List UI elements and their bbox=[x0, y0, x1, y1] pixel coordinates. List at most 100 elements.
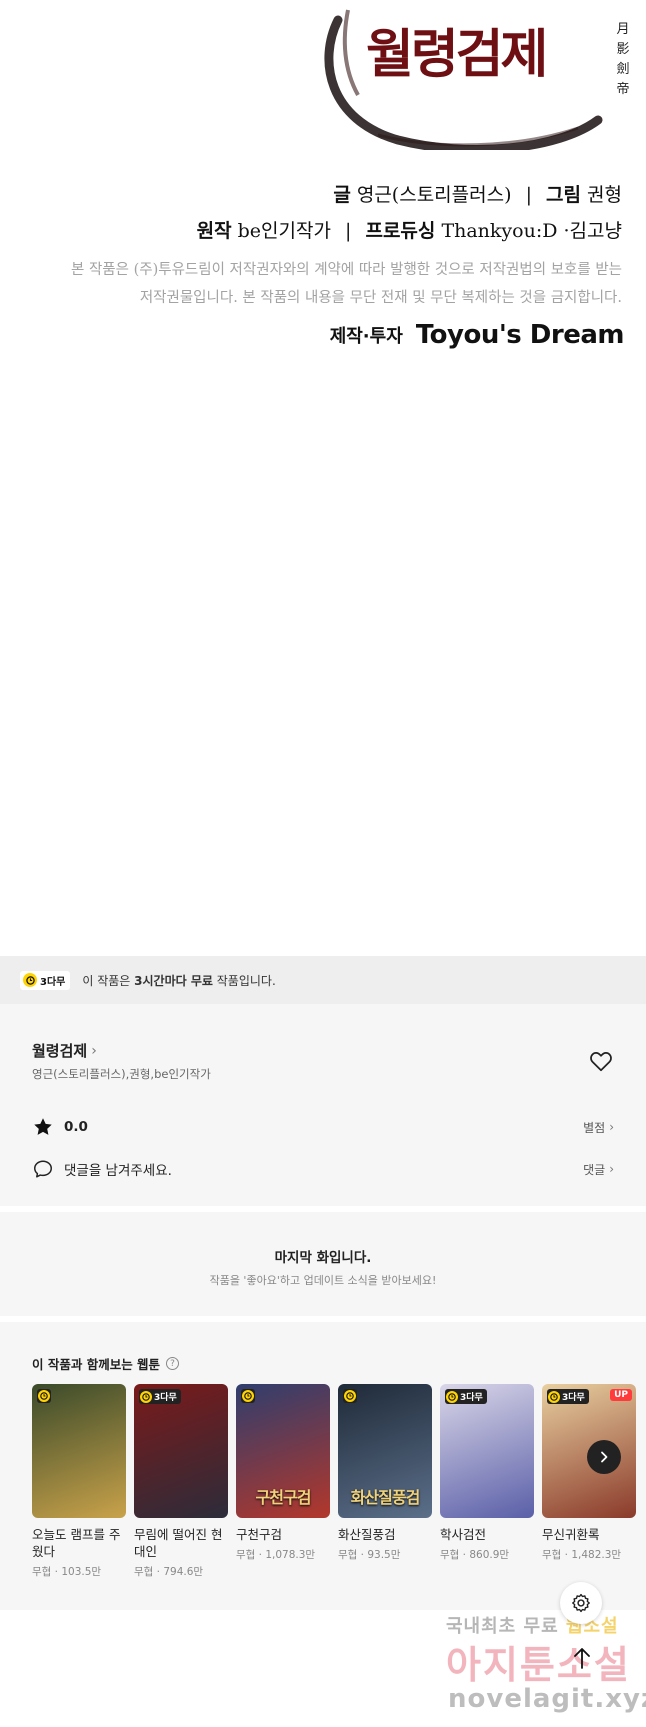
producing-label: 프로듀싱 bbox=[365, 220, 436, 242]
original-label: 원작 bbox=[196, 220, 232, 242]
credit-line-original-producing: 원작 be인기작가 | 프로듀싱 Thankyou:D ·김고냥 bbox=[197, 216, 622, 243]
series-title-link[interactable]: 월령검제 › bbox=[32, 1040, 97, 1061]
recommendation-title: 화산질풍검 bbox=[338, 1527, 396, 1542]
recommendation-card[interactable]: 3다무 UP 무신귀환록무협 · 1,482.3만 bbox=[542, 1384, 636, 1562]
recommendation-meta: 무협 · 1,078.3만 bbox=[236, 1549, 316, 1561]
free-banner-text-after: 작품입니다. bbox=[212, 973, 276, 988]
recommendation-thumbnail: 3다무 bbox=[440, 1384, 534, 1518]
recommendation-title: 무림에 떨어진 현대인 bbox=[134, 1527, 223, 1559]
rating-link[interactable]: 별점 › bbox=[583, 1119, 614, 1136]
recommendations-section: 이 작품과 함께보는 웹툰 ? 오늘도 램프를 주웠다 무협 · 103.5만 3다… bbox=[0, 1322, 646, 1610]
maker-label: 제작·투자 bbox=[329, 326, 403, 347]
rating-link-label: 별점 bbox=[583, 1120, 606, 1135]
recommendation-meta: 무협 · 93.5만 bbox=[338, 1549, 401, 1561]
recommendations-title-text: 이 작품과 함께보는 웹툰 bbox=[32, 1357, 161, 1372]
recommendation-thumbnail: 3다무 bbox=[134, 1384, 228, 1518]
free-badge-label: 3다무 bbox=[40, 976, 66, 988]
comment-prompt-text: 댓글을 남겨주세요. bbox=[64, 1163, 172, 1179]
comment-icon bbox=[34, 1160, 52, 1178]
series-logo-text: 월령검제 bbox=[366, 24, 548, 85]
free-badge bbox=[241, 1389, 255, 1403]
recommendation-thumbnail: 구천구검 bbox=[236, 1384, 330, 1518]
heart-icon[interactable] bbox=[588, 1048, 614, 1074]
chevron-right-icon: › bbox=[609, 1120, 614, 1134]
recommendation-title: 학사검전 bbox=[440, 1527, 487, 1542]
recommendation-title: 오늘도 램프를 주웠다 bbox=[32, 1527, 121, 1559]
clock-icon bbox=[38, 1390, 50, 1402]
clock-icon bbox=[140, 1390, 152, 1403]
recommendation-card[interactable]: 3다무무림에 떨어진 현대인무협 · 794.6만 bbox=[134, 1384, 228, 1579]
producing-name: Thankyou:D ·김고냥 bbox=[441, 220, 622, 242]
maker-brand-logo: Toyou's Dream bbox=[415, 320, 625, 350]
free-banner-message: 이 작품은 3시간마다 무료 작품입니다. bbox=[82, 972, 275, 989]
gear-icon bbox=[572, 1593, 590, 1613]
copyright-notice-line2: 저작권물입니다. 본 작품의 내용을 무단 전재 및 무단 복제하는 것을 금지… bbox=[139, 290, 622, 306]
last-episode-title: 마지막 화입니다. bbox=[274, 1250, 372, 1266]
series-title: 월령검제 bbox=[32, 1042, 88, 1060]
chevron-right-icon bbox=[601, 1451, 608, 1463]
recommendation-thumbnail bbox=[32, 1384, 126, 1518]
chevron-right-icon: › bbox=[609, 1162, 614, 1176]
free-badge: 3다무 bbox=[547, 1389, 589, 1404]
recommendation-meta: 무협 · 103.5만 bbox=[32, 1566, 102, 1578]
free-badge-label: 3다무 bbox=[154, 1393, 177, 1403]
arrow-up-icon bbox=[574, 1648, 590, 1669]
help-icon[interactable]: ? bbox=[166, 1357, 180, 1370]
artist-label: 그림 bbox=[546, 184, 581, 206]
free-badge bbox=[37, 1389, 51, 1403]
recommendation-card[interactable]: 구천구검 구천구검 무협 · 1,078.3만 bbox=[236, 1384, 330, 1562]
comment-link[interactable]: 댓글 › bbox=[583, 1161, 614, 1178]
recommendation-title: 무신귀환록 bbox=[542, 1527, 600, 1542]
star-icon bbox=[34, 1118, 52, 1135]
rating-row: 0.0 별점 › bbox=[32, 1116, 614, 1138]
clock-icon bbox=[344, 1390, 356, 1402]
comment-prompt[interactable]: 댓글을 남겨주세요. bbox=[32, 1158, 172, 1180]
free-banner-text-before: 이 작품은 bbox=[82, 973, 135, 988]
series-authors: 영근(스토리플러스),권형,be인기작가 bbox=[32, 1067, 211, 1081]
free-badge-label: 3다무 bbox=[460, 1393, 483, 1403]
rating-score: 0.0 bbox=[64, 1119, 88, 1135]
clock-icon bbox=[548, 1390, 560, 1403]
thumbnail-title-art: 화산질풍검 bbox=[350, 1488, 421, 1507]
scroll-top-button[interactable] bbox=[564, 1640, 600, 1676]
production-credit: 제작·투자 Toyou's Dream bbox=[329, 320, 625, 350]
last-episode-notice: 마지막 화입니다. 작품을 '좋아요'하고 업데이트 소식을 받아보세요! bbox=[0, 1212, 646, 1316]
recommendation-card[interactable]: 3다무학사검전무협 · 860.9만 bbox=[440, 1384, 534, 1562]
clock-icon bbox=[446, 1390, 458, 1403]
up-badge: UP bbox=[610, 1389, 632, 1401]
free-badge bbox=[343, 1389, 357, 1403]
comment-link-label: 댓글 bbox=[583, 1162, 606, 1177]
artist-name: 권형 bbox=[587, 184, 622, 206]
recommendations-title: 이 작품과 함께보는 웹툰 ? bbox=[32, 1354, 180, 1373]
free-badge-label: 3다무 bbox=[562, 1393, 585, 1403]
credits-page: 월령검제 月影劍帝 글 영근(스토리플러스) | 그림 권형 원작 be인기작가… bbox=[0, 0, 646, 360]
recommendation-title: 구천구검 bbox=[236, 1527, 283, 1542]
recommendation-meta: 무협 · 1,482.3만 bbox=[542, 1549, 622, 1561]
copyright-notice-line1: 본 작품은 (주)투유드림이 저작권자와의 계약에 따라 발행한 것으로 저작권… bbox=[71, 262, 622, 278]
clock-icon bbox=[242, 1390, 254, 1402]
viewer-settings-button[interactable] bbox=[560, 1582, 602, 1624]
watermark-line2: 아지툰소설 bbox=[446, 1643, 631, 1687]
recommendation-card[interactable]: 오늘도 램프를 주웠다무협 · 103.5만 bbox=[32, 1384, 126, 1579]
clock-icon bbox=[23, 973, 37, 987]
credit-line-writer-artist: 글 영근(스토리플러스) | 그림 권형 bbox=[333, 180, 622, 207]
series-logo-hanja: 月影劍帝 bbox=[616, 22, 630, 97]
series-info-panel: 월령검제 › 영근(스토리플러스),권형,be인기작가 0.0 별점 › 댓글을… bbox=[0, 1004, 646, 1206]
recommendation-meta: 무협 · 794.6만 bbox=[134, 1566, 204, 1578]
carousel-next-button[interactable] bbox=[587, 1440, 621, 1474]
free-banner-text-bold: 3시간마다 무료 bbox=[134, 973, 213, 988]
free-badge: 3다무 bbox=[445, 1389, 487, 1404]
recommendation-card[interactable]: 화산질풍검 화산질풍검 무협 · 93.5만 bbox=[338, 1384, 432, 1562]
recommendation-thumbnail: 화산질풍검 bbox=[338, 1384, 432, 1518]
comment-row: 댓글을 남겨주세요. 댓글 › bbox=[32, 1158, 614, 1180]
original-name: be인기작가 bbox=[237, 220, 331, 242]
free-every-3h-banner: 3다무 이 작품은 3시간마다 무료 작품입니다. bbox=[0, 956, 646, 1004]
free-badge: 3다무 bbox=[20, 970, 71, 990]
credit-separator: | bbox=[525, 184, 532, 206]
free-badge: 3다무 bbox=[139, 1389, 181, 1404]
credit-separator: | bbox=[345, 220, 352, 242]
chevron-right-icon: › bbox=[91, 1042, 97, 1059]
thumbnail-title-art: 구천구검 bbox=[255, 1488, 312, 1507]
last-episode-subtitle: 작품을 '좋아요'하고 업데이트 소식을 받아보세요! bbox=[209, 1274, 437, 1287]
recommendation-meta: 무협 · 860.9만 bbox=[440, 1549, 510, 1561]
